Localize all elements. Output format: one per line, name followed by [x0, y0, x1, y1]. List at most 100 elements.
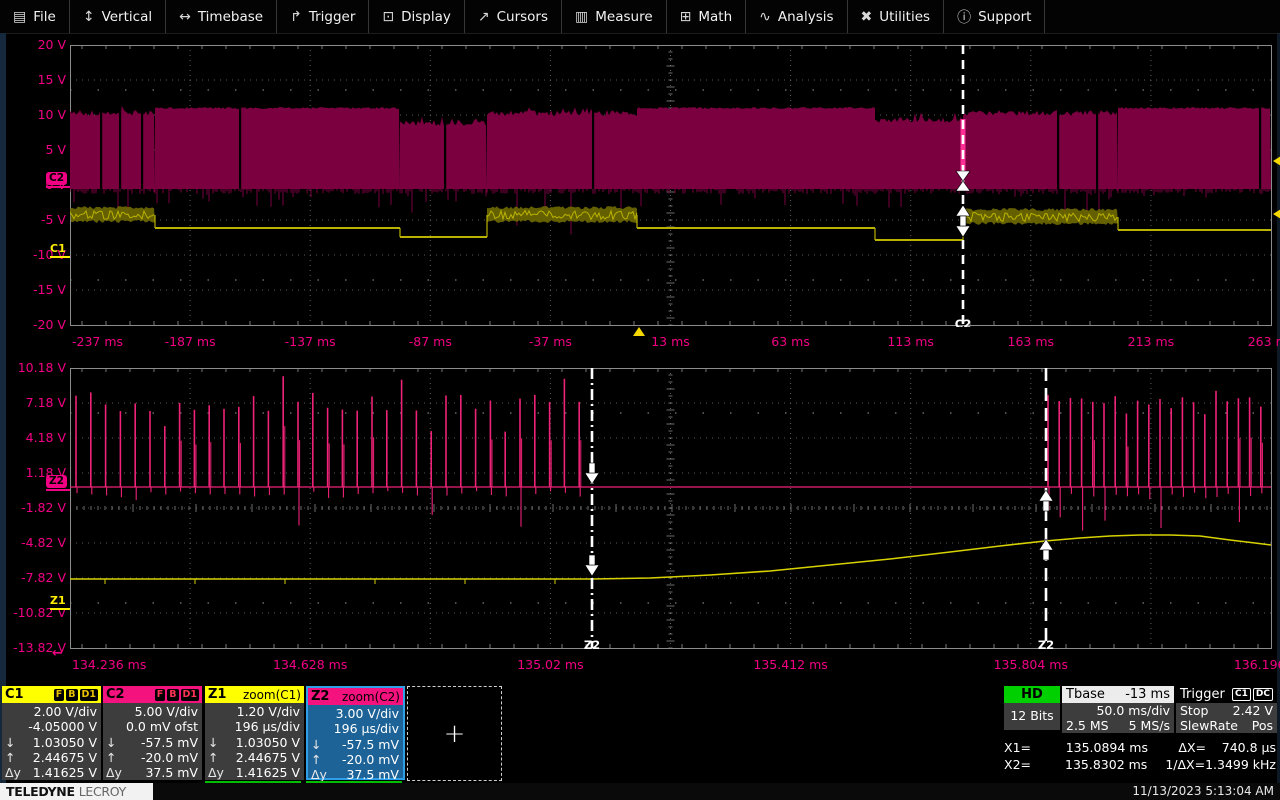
plus-icon: +: [444, 719, 466, 749]
trace-descriptor-C1[interactable]: C1FBD12.00 V/div-4.05000 V↓1.03050 V↑2.4…: [2, 686, 101, 780]
channel-marker-line-C2: [46, 186, 70, 188]
tbase-offset: -13 ms: [1125, 687, 1170, 702]
spacer: [311, 706, 331, 721]
channel-marker-C2[interactable]: C2: [46, 172, 67, 185]
trigger-level-marker-1[interactable]: [1273, 156, 1280, 166]
menu-item-measure[interactable]: ▥ Measure: [562, 0, 667, 33]
descriptor-header-Z2[interactable]: Z2zoom(C2): [308, 688, 403, 705]
trigger-summary-box[interactable]: Trigger C1 DC Stop 2.42 V SlewRate Pos: [1176, 686, 1277, 733]
zoom-xlabel-1: 134.628 ms: [262, 657, 358, 673]
timebase-summary-box[interactable]: Tbase -13 ms 50.0 ms/div 2.5 MS 5 MS/s: [1062, 686, 1174, 733]
zoom-ylabel-5: -4.82 V: [4, 535, 66, 551]
display-icon: ⊡: [382, 9, 394, 25]
descriptor-header-C2[interactable]: C2FBD1: [103, 686, 202, 703]
descriptor-value: 2.44675 V: [25, 750, 97, 765]
x1-label: X1=: [1004, 740, 1048, 756]
main-ylabel-5: -5 V: [4, 212, 66, 228]
menu-item-cursors[interactable]: ↗Cursors: [465, 0, 562, 33]
channel-marker-line-Z2: [46, 489, 70, 491]
main-xlabel-2: -137 ms: [262, 334, 358, 350]
trace-descriptor-Z2[interactable]: Z2zoom(C2)3.00 V/div196 µs/div↓-57.5 mV↑…: [306, 686, 405, 780]
descriptor-value: 1.20 V/div: [228, 704, 300, 719]
descriptor-row-1: 196 µs/div: [311, 721, 399, 736]
utilities-icon: ✖: [861, 9, 873, 25]
menu-bar: ▤File↕Vertical↔Timebase↱Trigger⊡Display↗…: [0, 0, 1280, 34]
brand-logo: TELEDYNE LECROY: [0, 783, 153, 800]
descriptor-row-3: ↑-20.0 mV: [106, 750, 198, 765]
zoom-ylabel-0: 10.18 V: [4, 360, 66, 376]
channel-marker-Z2[interactable]: Z2: [46, 475, 67, 488]
descriptor-row-4: Δy1.41625 V: [208, 765, 300, 780]
trigger-level: 2.42 V: [1233, 703, 1273, 718]
main-ylabel-8: -20 V: [4, 317, 66, 333]
cursor-glyph: ↓: [106, 735, 126, 750]
zoom-ylabel-1: 7.18 V: [4, 395, 66, 411]
trace-descriptor-C2[interactable]: C2FBD15.00 V/div0.0 mV ofst↓-57.5 mV↑-20…: [103, 686, 202, 780]
menu-item-label-file: File: [33, 9, 56, 25]
trigger-source-badge: C1: [1232, 688, 1251, 701]
menu-item-support[interactable]: ⓘSupport: [944, 0, 1045, 33]
trace-descriptor-Z1[interactable]: Z1zoom(C1)1.20 V/div196 µs/div↓1.03050 V…: [205, 686, 304, 780]
descriptor-row-0: 3.00 V/div: [311, 706, 399, 721]
tbase-label: Tbase: [1066, 687, 1105, 702]
menu-item-analysis[interactable]: ∿Analysis: [746, 0, 847, 33]
zoom-grid[interactable]: Z2Z2: [70, 368, 1273, 650]
main-ylabel-1: 15 V: [4, 72, 66, 88]
channel-marker-Z1[interactable]: Z1: [50, 595, 66, 607]
menu-item-math[interactable]: ⊞Math: [667, 0, 747, 33]
descriptor-row-1: 196 µs/div: [208, 719, 300, 734]
cursor-glyph: Δy: [106, 765, 126, 780]
main-xlabel-10: 263 ms: [1223, 334, 1280, 350]
descriptor-header-C1[interactable]: C1FBD1: [2, 686, 101, 703]
descriptor-header-Z1[interactable]: Z1zoom(C1): [205, 686, 304, 703]
main-grid[interactable]: C2: [70, 45, 1273, 327]
zoom-ylabel-4: -1.82 V: [4, 500, 66, 516]
descriptor-value: -57.5 mV: [126, 735, 198, 750]
main-ylabel-7: -15 V: [4, 282, 66, 298]
trigger-icon: ↱: [290, 9, 302, 25]
cursors-icon: ↗: [478, 9, 490, 25]
descriptor-row-2: ↓1.03050 V: [208, 735, 300, 750]
menu-item-file[interactable]: ▤File: [0, 0, 70, 33]
zoom-xlabel-2: 135.02 ms: [502, 657, 598, 673]
main-xlabel-8: 163 ms: [983, 334, 1079, 350]
main-xlabel-1: -187 ms: [142, 334, 238, 350]
trace-id-C2: C2: [106, 687, 125, 702]
vertical-icon: ↕: [83, 9, 95, 25]
descriptor-row-2: ↓-57.5 mV: [106, 735, 198, 750]
main-xlabel-5: 13 ms: [623, 334, 719, 350]
main-cursor-label: C2: [955, 317, 971, 327]
channel-marker-C1[interactable]: C1: [50, 243, 66, 255]
zoom-source-label: zoom(C2): [342, 690, 400, 704]
descriptor-value: -4.05000 V: [25, 719, 97, 734]
menu-item-timebase[interactable]: ↔Timebase: [166, 0, 277, 33]
hd-resolution-box[interactable]: HD 12 Bits: [1004, 686, 1060, 730]
cursor-glyph: ↓: [5, 735, 25, 750]
tbase-scale: 50.0 ms/div: [1096, 703, 1170, 718]
main-ylabel-3: 5 V: [4, 142, 66, 158]
trigger-coupling-badge: DC: [1253, 688, 1273, 701]
badge-B: B: [167, 689, 178, 701]
status-bar: TELEDYNE LECROY 11/13/2023 5:13:04 AM: [0, 783, 1280, 800]
main-ylabel-0: 20 V: [4, 37, 66, 53]
descriptor-row-0: 5.00 V/div: [106, 704, 198, 719]
trigger-position-marker[interactable]: [633, 327, 645, 336]
menu-item-utilities[interactable]: ✖Utilities: [848, 0, 945, 33]
menu-item-display[interactable]: ⊡Display: [369, 0, 465, 33]
descriptor-badges: FBD1: [54, 689, 98, 701]
menu-item-trigger[interactable]: ↱Trigger: [277, 0, 369, 33]
analysis-icon: ∿: [759, 9, 771, 25]
measure-icon: ▥: [575, 9, 588, 25]
zoom-ylabel-2: 4.18 V: [4, 430, 66, 446]
main-ylabel-2: 10 V: [4, 107, 66, 123]
menu-item-vertical[interactable]: ↕Vertical: [70, 0, 166, 33]
add-trace-button[interactable]: +: [407, 686, 502, 781]
trigger-level-marker-2[interactable]: [1273, 209, 1280, 219]
badge-B: B: [66, 689, 77, 701]
menu-item-label-measure: Measure: [595, 9, 652, 25]
descriptor-value: 196 µs/div: [331, 721, 399, 736]
zoom-pan-left-arrow[interactable]: ←: [52, 646, 63, 661]
cursor-glyph: ↑: [208, 750, 228, 765]
main-xlabel-9: 213 ms: [1103, 334, 1199, 350]
descriptor-value: 5.00 V/div: [126, 704, 198, 719]
